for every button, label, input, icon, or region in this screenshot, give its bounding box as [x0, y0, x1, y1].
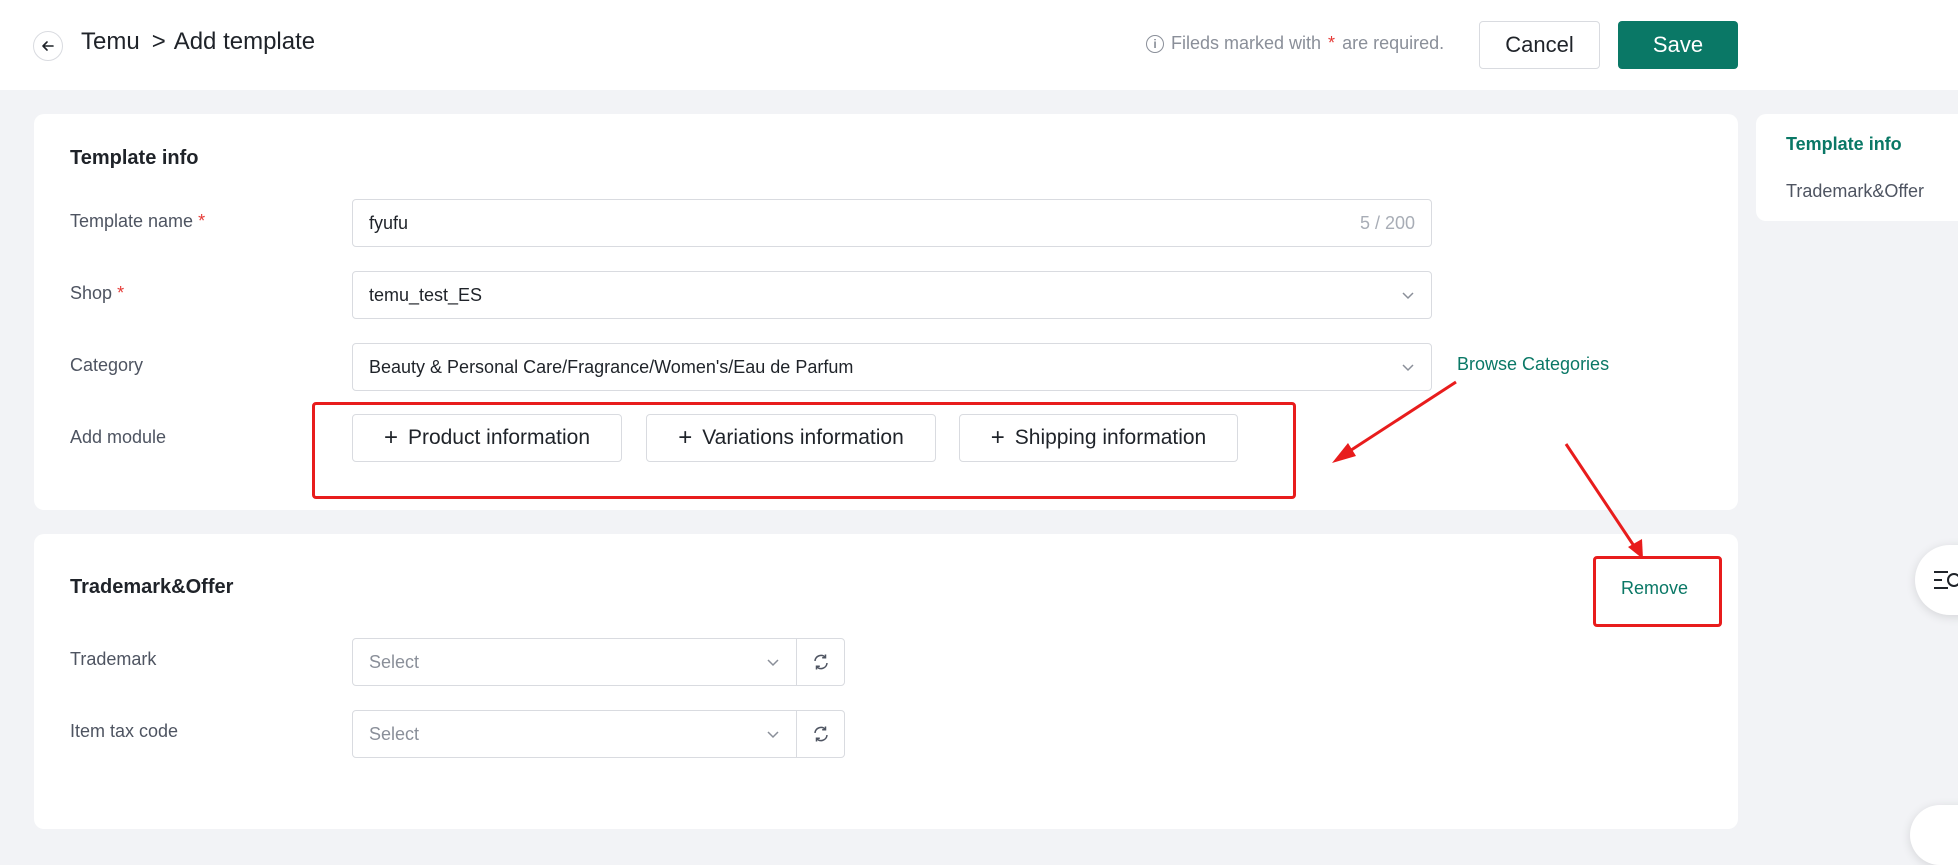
trademark-offer-card: Trademark&Offer Remove Trademark Select …: [34, 534, 1738, 829]
trademark-placeholder: Select: [369, 651, 420, 672]
category-select[interactable]: Beauty & Personal Care/Fragrance/Women's…: [352, 343, 1432, 391]
category-label: Category: [70, 355, 144, 375]
trademark-refresh-button[interactable]: [796, 638, 845, 686]
required-star: *: [198, 211, 206, 231]
info-icon: i: [1146, 34, 1164, 53]
trademark-select[interactable]: Select: [352, 638, 797, 686]
save-button[interactable]: Save: [1618, 21, 1738, 69]
back-button[interactable]: [33, 31, 63, 61]
nav-item-trademark-offer[interactable]: Trademark&Offer: [1786, 181, 1924, 202]
template-name-label: Template name *: [70, 211, 205, 232]
breadcrumb-separator: >: [151, 28, 166, 55]
template-name-input[interactable]: fyufu 5 / 200: [352, 199, 1432, 247]
chevron-down-icon: [1402, 292, 1414, 300]
trademark-label: Trademark: [70, 649, 157, 669]
required-note-prefix: Fileds marked with: [1171, 33, 1322, 53]
required-note: i Fileds marked with * are required.: [1146, 33, 1444, 54]
chevron-down-icon: [1402, 364, 1414, 372]
template-name-value: fyufu: [369, 212, 409, 233]
category-value: Beauty & Personal Care/Fragrance/Women's…: [369, 356, 854, 377]
list-icon: [1934, 571, 1958, 589]
trademark-offer-title: Trademark&Offer: [70, 576, 234, 598]
floating-tool-button[interactable]: [1915, 545, 1958, 615]
nav-item-template-info[interactable]: Template info: [1786, 134, 1902, 155]
section-nav: Template info Trademark&Offer: [1756, 114, 1958, 221]
tax-code-placeholder: Select: [369, 723, 420, 744]
required-star: *: [117, 283, 125, 303]
shop-label: Shop *: [70, 283, 124, 304]
breadcrumb-root[interactable]: Temu: [81, 28, 140, 56]
refresh-icon: [813, 726, 828, 742]
arrow-left-icon: [42, 41, 54, 51]
shop-select[interactable]: temu_test_ES: [352, 271, 1432, 319]
chevron-down-icon: [767, 731, 779, 739]
refresh-icon: [813, 654, 828, 670]
breadcrumb: Temu > Add template: [81, 28, 315, 56]
page-title: Add template: [173, 28, 316, 55]
shop-value: temu_test_ES: [369, 284, 483, 305]
browse-categories-link[interactable]: Browse Categories: [1457, 354, 1609, 375]
top-header: Temu > Add template i Fileds marked with…: [0, 0, 1958, 90]
annotation-box-remove: [1593, 556, 1722, 627]
template-info-title: Template info: [70, 147, 199, 169]
floating-tool-button-2[interactable]: [1910, 805, 1958, 865]
add-module-label: Add module: [70, 427, 167, 447]
item-tax-code-select[interactable]: Select: [352, 710, 797, 758]
required-note-suffix: are required.: [1342, 33, 1445, 53]
required-star: *: [1328, 33, 1336, 53]
template-name-label-text: Template name: [70, 211, 194, 231]
shop-label-text: Shop: [70, 283, 113, 303]
cancel-button[interactable]: Cancel: [1479, 21, 1600, 69]
chevron-down-icon: [767, 659, 779, 667]
char-counter: 5 / 200: [1359, 212, 1415, 233]
annotation-box-modules: [312, 402, 1296, 499]
item-tax-code-label: Item tax code: [70, 721, 179, 741]
tax-code-refresh-button[interactable]: [796, 710, 845, 758]
